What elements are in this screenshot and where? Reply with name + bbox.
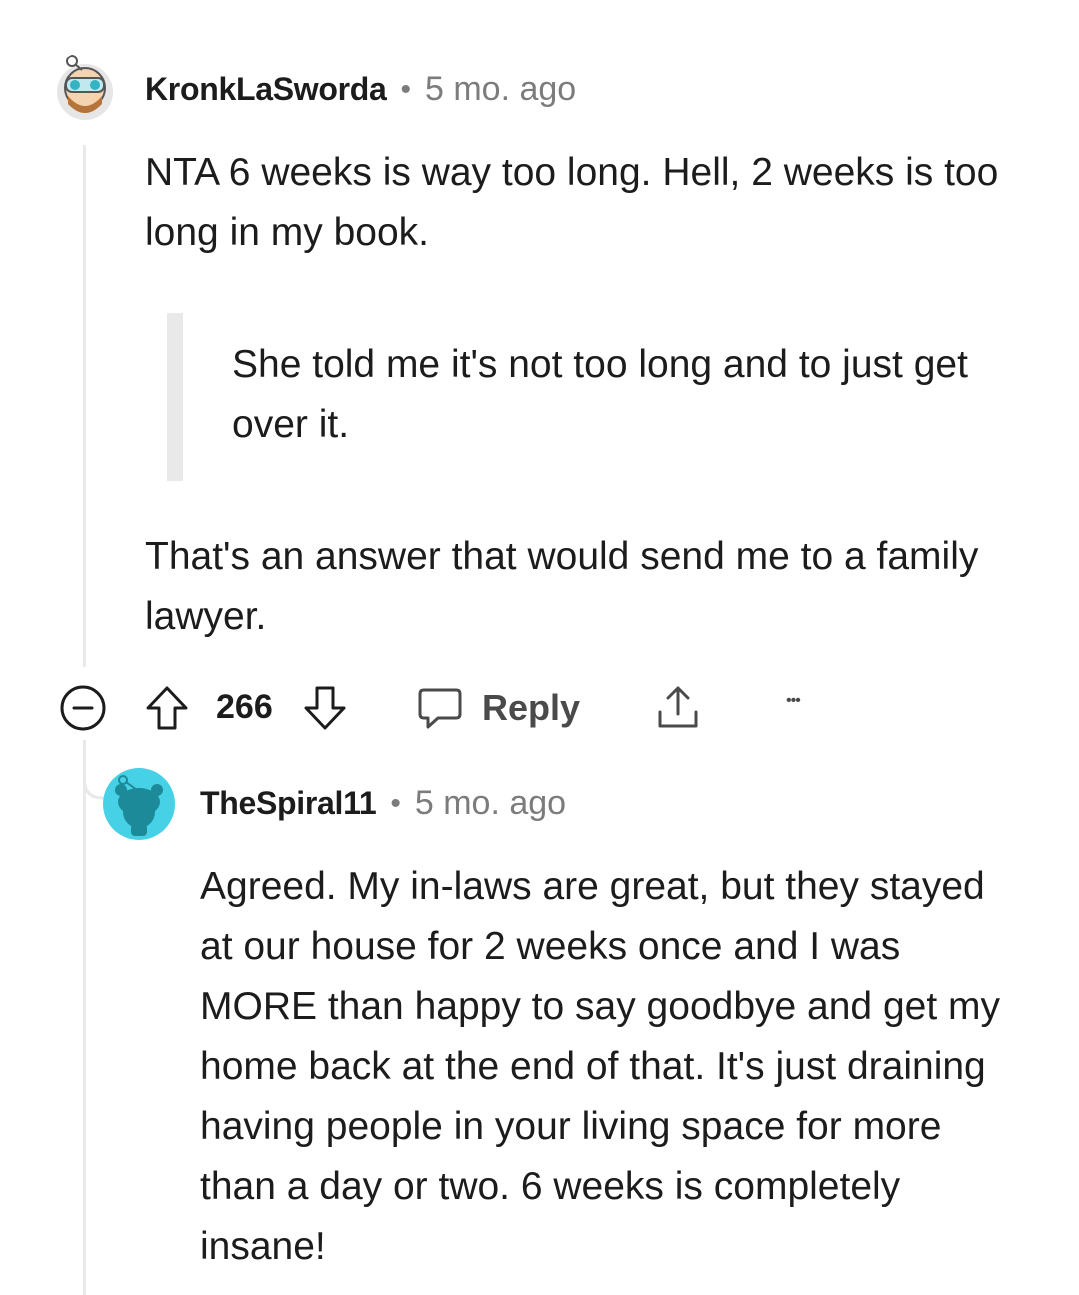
share-icon [658,686,698,728]
more-options-icon: ••• [786,692,801,709]
reply-label: Reply [482,687,581,728]
thread-line[interactable] [83,145,86,667]
vote-score: 266 [216,688,273,727]
reply-text: Agreed. My in-laws are great, but they s… [200,865,1000,1268]
share-button[interactable] [654,682,702,732]
reply-button[interactable]: Reply [416,684,580,732]
snoo-avatar-icon [115,775,163,836]
more-options-button[interactable]: ••• [786,692,801,710]
thread-line[interactable] [83,740,86,1295]
avatar-kronklasworda[interactable] [52,52,118,122]
reply-meta: TheSpiral11 • 5 mo. ago [200,784,566,823]
comment-bubble-icon [418,688,462,729]
upvote-button[interactable] [144,684,190,732]
reply-username[interactable]: TheSpiral11 [200,785,377,822]
blockquote-bar [167,313,183,481]
comment-paragraph: That's an answer that would send me to a… [145,535,979,638]
meta-separator: • [400,72,411,106]
collapse-button[interactable] [56,681,110,735]
comment-paragraph: NTA 6 weeks is way too long. Hell, 2 wee… [145,151,999,254]
comment-meta: KronkLaSworda • 5 mo. ago [145,70,576,109]
vote-count: 266 [216,688,273,726]
comment-blockquote: She told me it's not too long and to jus… [232,343,968,446]
collapse-icon [60,685,106,731]
snoo-avatar-icon [57,55,113,120]
meta-separator: • [390,786,401,820]
reply-timestamp: 5 mo. ago [414,784,567,822]
downvote-icon [304,686,346,730]
upvote-icon [146,686,188,730]
avatar-thespiral11[interactable] [103,768,175,840]
comment-timestamp: 5 mo. ago [425,70,577,108]
comment-username[interactable]: KronkLaSworda [145,71,387,108]
downvote-button[interactable] [302,684,348,732]
